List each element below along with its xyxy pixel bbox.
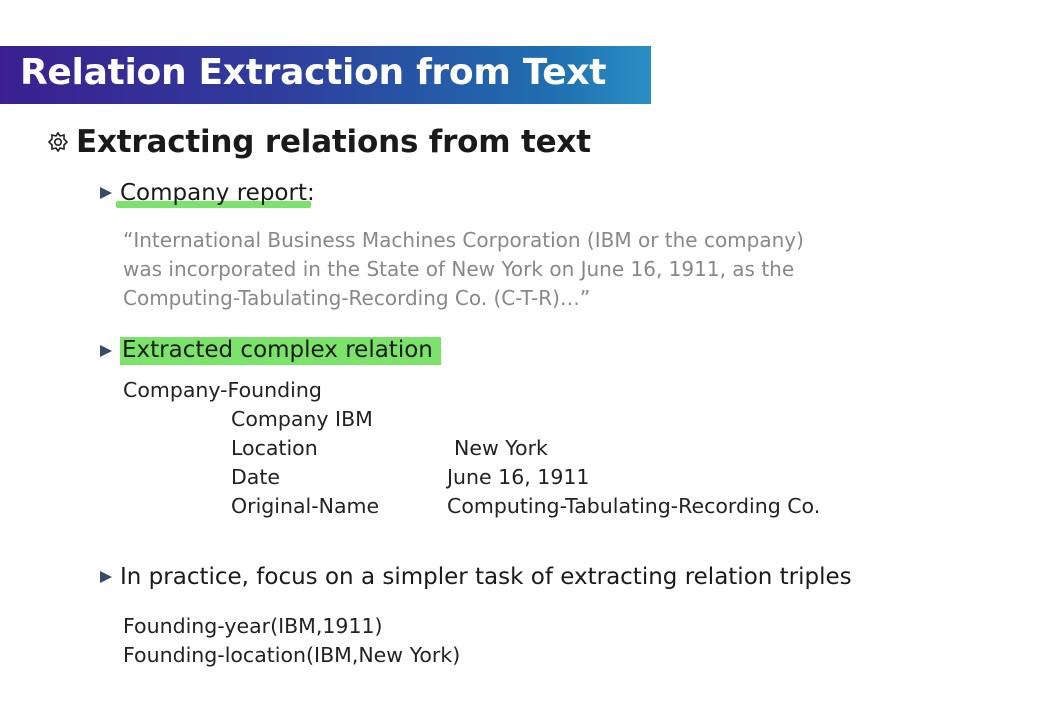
field-key-date: Date (231, 465, 280, 489)
field-key-original-name: Original-Name (231, 494, 380, 518)
slide-title: Relation Extraction from Text (20, 52, 607, 93)
practice-label: In practice, focus on a simpler task of … (120, 564, 852, 590)
main-bullet: Extracting relations from text (48, 124, 591, 160)
field-key-location: Location (231, 436, 318, 460)
field-value-location: New York (454, 436, 548, 460)
triangle-bullet-icon (100, 345, 112, 357)
extracted-relation-label: Extracted complex relation (120, 337, 441, 365)
practice-bullet: In practice, focus on a simpler task of … (100, 564, 852, 590)
field-value-original-name: Computing-Tabulating-Recording Co. (447, 494, 821, 518)
quote-line: was incorporated in the State of New Yor… (123, 257, 795, 281)
company-report-bullet: Company report: (100, 180, 315, 208)
quote-line: “International Business Machines Corpora… (123, 228, 804, 252)
triple-founding-location: Founding-location(IBM,New York) (123, 643, 461, 667)
triangle-bullet-icon (100, 571, 112, 583)
company-report-quote: “International Business Machines Corpora… (123, 226, 804, 313)
triangle-bullet-icon (100, 187, 112, 199)
triple-founding-year: Founding-year(IBM,1911) (123, 614, 383, 638)
relation-name: Company-Founding (123, 378, 322, 402)
main-heading: Extracting relations from text (76, 124, 591, 160)
field-value-date: June 16, 1911 (447, 465, 590, 489)
company-report-label: Company report (116, 180, 311, 208)
gear-bullet-icon (48, 132, 68, 152)
field-key-company: Company IBM (231, 407, 373, 431)
quote-line: Computing-Tabulating-Recording Co. (C-T-… (123, 286, 591, 310)
extracted-relation-bullet: Extracted complex relation (100, 337, 441, 365)
